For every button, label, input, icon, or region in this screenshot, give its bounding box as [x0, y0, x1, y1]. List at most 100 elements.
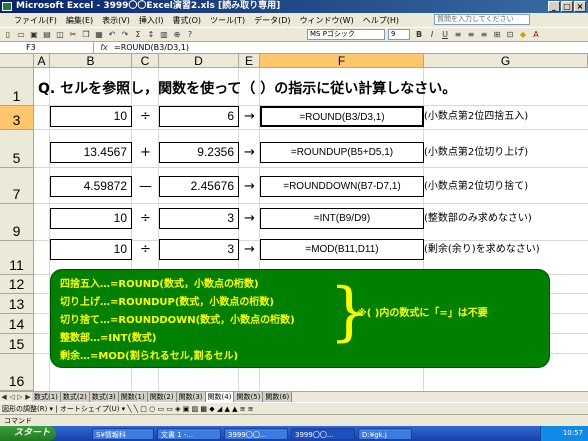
spreadsheet-grid[interactable]: A B C D E F G 1 3 5 7 9 11 12 13 14 15 1…	[0, 54, 588, 391]
taskbar-item-drive[interactable]: D:¥gk.j	[358, 427, 412, 440]
column-header-f[interactable]: F	[260, 54, 424, 68]
cell-d3[interactable]: 6	[159, 106, 239, 127]
row-header-14[interactable]: 14	[0, 314, 34, 334]
menu-format[interactable]: 書式(O)	[172, 15, 201, 26]
arrow-e11[interactable]: →	[237, 239, 262, 260]
underline-button[interactable]: U	[439, 29, 451, 40]
cell-b5[interactable]: 13.4567	[50, 142, 132, 163]
cell-f5[interactable]: =ROUNDUP(B5+D5,1)	[260, 142, 424, 163]
cell-f9[interactable]: =INT(B9/D9)	[260, 208, 424, 229]
row-header-13[interactable]: 13	[0, 294, 34, 314]
tab-formula-1[interactable]: 数式(1)	[32, 392, 61, 402]
operator-c9[interactable]: ÷	[132, 208, 159, 229]
paste-icon[interactable]: ▦	[93, 29, 105, 40]
name-box[interactable]: F3	[0, 41, 94, 54]
copy-icon[interactable]: ❐	[80, 29, 92, 40]
taskbar-item-excel-1[interactable]: 3999〇〇...	[224, 427, 288, 440]
align-left-icon[interactable]: ≡	[452, 29, 464, 40]
column-header-b[interactable]: B	[50, 54, 132, 68]
align-right-icon[interactable]: ≡	[478, 29, 490, 40]
note-g7[interactable]: (小数点第2位切り捨て)	[424, 176, 528, 197]
operator-c5[interactable]: +	[132, 142, 159, 163]
function-summary-box[interactable]: 四捨五入…=ROUND(数式，小数点の桁数) 切り上げ…=ROUNDUP(数式，…	[50, 269, 550, 368]
formula-input[interactable]: =ROUND(B3/D3,1)	[114, 43, 189, 52]
tab-function-4[interactable]: 関数(4)	[205, 392, 235, 402]
font-color-icon[interactable]: A	[530, 29, 542, 40]
row-header-9[interactable]: 9	[0, 204, 34, 241]
help-icon[interactable]: ?	[184, 29, 196, 40]
font-name-select[interactable]: MS Pゴシック	[307, 29, 385, 40]
chart-icon[interactable]: ▥	[158, 29, 170, 40]
help-search-input[interactable]: 質問を入力してください	[434, 14, 530, 25]
cell-d7[interactable]: 2.45676	[159, 176, 239, 197]
menu-tools[interactable]: ツール(T)	[210, 15, 245, 26]
menu-view[interactable]: 表示(V)	[102, 15, 130, 26]
preview-icon[interactable]: ◫	[54, 29, 66, 40]
bold-button[interactable]: B	[413, 29, 425, 40]
tab-function-3[interactable]: 関数(3)	[176, 392, 206, 402]
cut-icon[interactable]: ✂	[67, 29, 79, 40]
row-header-12[interactable]: 12	[0, 275, 34, 294]
operator-c7[interactable]: —	[132, 176, 159, 197]
row-header-5[interactable]: 5	[0, 130, 34, 168]
cell-f3-selected[interactable]: =ROUND(B3/D3,1)	[260, 106, 424, 127]
column-header-c[interactable]: C	[132, 54, 159, 68]
menu-data[interactable]: データ(D)	[254, 15, 290, 26]
sum-icon[interactable]: Σ	[132, 29, 144, 40]
cell-d11[interactable]: 3	[159, 239, 239, 260]
print-icon[interactable]: ▤	[41, 29, 53, 40]
operator-c3[interactable]: ÷	[132, 106, 159, 127]
cell-b7[interactable]: 4.59872	[50, 176, 132, 197]
menu-file[interactable]: ファイル(F)	[14, 15, 57, 26]
next-sheet-icon[interactable]: ▷	[16, 393, 24, 401]
note-g9[interactable]: (整数部のみ求めなさい)	[424, 208, 532, 229]
arrow-e3[interactable]: →	[237, 106, 262, 127]
undo-icon[interactable]: ↶	[106, 29, 118, 40]
cell-d5[interactable]: 9.2356	[159, 142, 239, 163]
row-header-15[interactable]: 15	[0, 334, 34, 354]
column-header-a[interactable]: A	[34, 54, 50, 68]
maximize-button[interactable]: □	[561, 1, 573, 12]
tab-function-2[interactable]: 関数(2)	[147, 392, 177, 402]
column-header-e[interactable]: E	[239, 54, 260, 68]
font-size-select[interactable]: 9	[388, 29, 410, 40]
zoom-icon[interactable]: ⊕	[171, 29, 183, 40]
row-header-7[interactable]: 7	[0, 168, 34, 204]
cell-d9[interactable]: 3	[159, 208, 239, 229]
menu-help[interactable]: ヘルプ(H)	[363, 15, 399, 26]
tab-function-1[interactable]: 関数(1)	[118, 392, 148, 402]
note-g3[interactable]: (小数点第2位四捨五入)	[424, 106, 528, 127]
column-header-d[interactable]: D	[159, 54, 239, 68]
arrow-e5[interactable]: →	[237, 142, 262, 163]
close-button[interactable]: ×	[574, 1, 586, 12]
note-g11[interactable]: (剰余(余り)を求めなさい)	[424, 239, 540, 260]
align-center-icon[interactable]: ≡	[465, 29, 477, 40]
fill-color-icon[interactable]: ◆	[517, 29, 529, 40]
select-all-corner[interactable]	[0, 54, 34, 68]
row-header-3[interactable]: 3	[0, 106, 34, 130]
arrow-e7[interactable]: →	[237, 176, 262, 197]
menu-insert[interactable]: 挿入(I)	[139, 15, 164, 26]
operator-c11[interactable]: ÷	[132, 239, 159, 260]
italic-button[interactable]: I	[426, 29, 438, 40]
row-header-11[interactable]: 11	[0, 241, 34, 275]
minimize-button[interactable]: _	[548, 1, 560, 12]
row-header-1[interactable]: 1	[0, 68, 34, 106]
cell-f11[interactable]: =MOD(B11,D11)	[260, 239, 424, 260]
save-icon[interactable]: ▣	[28, 29, 40, 40]
taskbar-item-excel-2[interactable]: 3999〇〇...	[291, 427, 355, 440]
prev-sheet-icon[interactable]: ◁	[8, 393, 16, 401]
borders-icon[interactable]: ⊡	[504, 29, 516, 40]
last-sheet-icon[interactable]: ▶	[24, 393, 32, 401]
redo-icon[interactable]: ↷	[119, 29, 131, 40]
drawing-toolbar[interactable]: 図形の調整(R) ▾ | オートシェイプ(U) ▾ ╲ ╲ □ ○ ▭ ▭ ◈ …	[0, 402, 588, 414]
merge-icon[interactable]: ⊞	[491, 29, 503, 40]
tab-formula-3[interactable]: 数式(3)	[89, 392, 119, 402]
fx-icon[interactable]: fx	[94, 43, 114, 52]
taskbar-item-folder[interactable]: S¥情報科	[92, 427, 154, 440]
first-sheet-icon[interactable]: ◀	[0, 393, 8, 401]
cell-b9[interactable]: 10	[50, 208, 132, 229]
new-icon[interactable]: ▯	[2, 29, 14, 40]
cell-f7[interactable]: =ROUNDDOWN(B7-D7,1)	[260, 176, 424, 197]
open-icon[interactable]: ▭	[15, 29, 27, 40]
